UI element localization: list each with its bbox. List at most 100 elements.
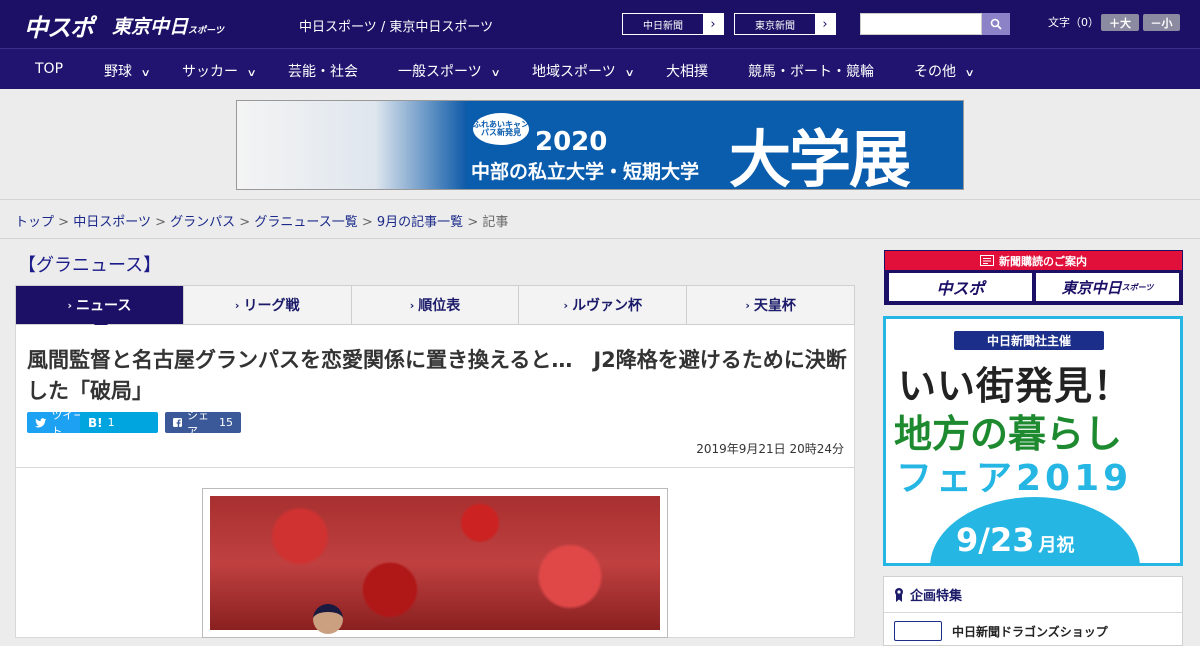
top-bar: 中スポ 東京中日スポーツ 中日スポーツ / 東京中日スポーツ 中日新聞 › 東京… <box>0 0 1200 48</box>
search-input[interactable] <box>860 13 982 35</box>
chevron-right-icon: › <box>815 14 835 34</box>
fair-line-1: いい街発見！ <box>898 364 1133 408</box>
chevron-right-icon: › <box>703 14 723 34</box>
chevron-right-icon: › <box>745 298 750 312</box>
article-title: 風間監督と名古屋グランパスを恋愛関係に置き換えると… J2降格を避けるために決断… <box>27 348 847 403</box>
nav-item-label: 野球 <box>104 64 132 80</box>
breadcrumb-link[interactable]: グランパス <box>170 215 235 230</box>
features-item-label: 中日新聞ドラゴンズショップ <box>952 624 1108 639</box>
font-smaller-button[interactable]: －小 <box>1143 14 1180 31</box>
hatena-count: 1 <box>107 416 115 429</box>
tab-label: 順位表 <box>418 298 461 314</box>
nav-item-sumo[interactable]: 大相撲 <box>666 61 708 81</box>
hatena-bookmark-button[interactable]: B! 1 <box>80 412 158 433</box>
dragons-shop-logo <box>894 621 942 641</box>
fair-line-3: フェア2019 <box>896 458 1133 499</box>
chunichi-shimbun-label: 中日新聞 <box>643 20 683 32</box>
banner-badge: ふれあいキャンパス新発見 <box>473 113 529 145</box>
university-fair-banner[interactable]: ふれあいキャンパス新発見 2020 中部の私立大学・短期大学 大学展 <box>236 100 964 190</box>
tab-levain-cup[interactable]: › ルヴァン杯 <box>518 286 686 324</box>
search-button[interactable] <box>982 13 1010 35</box>
tab-news[interactable]: › ニュース <box>16 286 183 332</box>
font-larger-button[interactable]: ＋大 <box>1101 14 1139 31</box>
tokyo-chunichi-logo[interactable]: 東京中日スポーツ <box>112 12 224 39</box>
breadcrumb-separator: > <box>58 215 70 230</box>
features-item[interactable]: 中日新聞ドラゴンズショップ <box>894 621 1108 641</box>
nav-item-top[interactable]: TOP <box>35 61 63 77</box>
chunichi-sports-logo[interactable]: 中スポ <box>24 8 94 43</box>
breadcrumb-current: 記事 <box>482 215 509 230</box>
subscription-header: 新聞購読のご案内 <box>885 251 1182 270</box>
chevron-down-icon: ∨ <box>964 68 975 79</box>
subscribe-chunichi-sports-button[interactable]: 中スポ <box>889 273 1032 301</box>
subscription-header-text: 新聞購読のご案内 <box>999 254 1087 268</box>
breadcrumb-link[interactable]: グラニュース一覧 <box>254 215 357 230</box>
fair-organizer: 中日新聞社主催 <box>954 331 1104 350</box>
features-title: 企画特集 <box>910 589 963 604</box>
facebook-share-label: シェア <box>187 408 209 438</box>
nav-item-label: その他 <box>914 64 956 80</box>
tab-standings[interactable]: › 順位表 <box>350 286 519 324</box>
tab-label: リーグ戦 <box>243 298 300 314</box>
regional-living-fair-ad[interactable]: 中日新聞社主催 いい街発見！ 地方の暮らし フェア2019 9/23 月祝 <box>883 316 1183 566</box>
article-photo[interactable] <box>202 488 668 638</box>
fair-date-day: 月祝 <box>1038 535 1075 556</box>
stadium-crowd-image <box>210 496 660 634</box>
facebook-icon <box>173 418 182 427</box>
nav-item-label: 一般スポーツ <box>398 64 482 80</box>
subscription-box: 新聞購読のご案内 中スポ 東京中日 スポーツ <box>884 250 1183 305</box>
site-name-link[interactable]: 中日スポーツ / 東京中日スポーツ <box>299 16 493 35</box>
chevron-down-icon: ∨ <box>140 68 151 79</box>
nav-item-others[interactable]: その他 ∨ <box>914 61 975 81</box>
chevron-right-icon: › <box>234 298 240 312</box>
facebook-share-button[interactable]: シェア 15 <box>165 409 241 438</box>
nav-item-baseball[interactable]: 野球 ∨ <box>104 61 151 81</box>
category-tabs: › ニュース › リーグ戦 › 順位表 › ルヴァン杯 › 天皇杯 <box>15 285 855 332</box>
tokyo-shimbun-link[interactable]: 東京新聞 › <box>734 13 836 35</box>
tab-emperors-cup[interactable]: › 天皇杯 <box>686 286 854 324</box>
breadcrumb-separator: > <box>361 215 373 230</box>
tab-label: 天皇杯 <box>753 298 796 314</box>
banner-students-image <box>237 101 467 189</box>
features-header: 企画特集 <box>884 577 1182 613</box>
breadcrumb-separator: > <box>467 215 479 230</box>
nav-item-label: サッカー <box>182 64 238 80</box>
breadcrumb-link[interactable]: トップ <box>15 215 54 230</box>
twitter-icon <box>35 417 47 427</box>
nav-item-local-sports[interactable]: 地域スポーツ ∨ <box>532 61 635 81</box>
ribbon-icon <box>895 587 903 602</box>
chevron-down-icon: ∨ <box>246 68 257 79</box>
facebook-count: 15 <box>219 416 233 429</box>
chunichi-shimbun-link[interactable]: 中日新聞 › <box>622 13 724 35</box>
tab-label: ニュース <box>76 298 132 314</box>
nav-item-label: 競馬・ボート・競輪 <box>748 64 874 80</box>
tab-label: ルヴァン杯 <box>572 298 643 314</box>
tab-league[interactable]: › リーグ戦 <box>182 286 351 324</box>
tokyo-chunichi-logo-small: スポーツ <box>188 26 224 36</box>
banner-year: 2020 <box>535 127 608 157</box>
breadcrumb-link[interactable]: 中日スポーツ <box>73 215 151 230</box>
section-title: 【グラニュース】 <box>18 255 162 276</box>
nav-item-label: 芸能・社会 <box>288 64 358 80</box>
main-nav: TOP 野球 ∨ サッカー ∨ 芸能・社会 一般スポーツ ∨ 地域スポーツ ∨ 大相撲 … <box>0 48 1200 89</box>
breadcrumb-link[interactable]: 9月の記事一覧 <box>377 215 463 230</box>
subscribe-tokyo-chunichi-button[interactable]: 東京中日 スポーツ <box>1036 273 1179 301</box>
newspaper-icon <box>980 255 994 266</box>
nav-item-label: 大相撲 <box>666 64 708 80</box>
breadcrumb-separator: > <box>155 215 166 230</box>
article-header: 風間監督と名古屋グランパスを恋愛関係に置き換えると… J2降格を避けるために決断… <box>15 325 855 468</box>
nav-item-soccer[interactable]: サッカー ∨ <box>182 61 257 81</box>
hatena-bookmark-icon: B! <box>88 415 103 430</box>
subscribe-tokyo-chunichi-label: 東京中日 <box>1061 278 1122 297</box>
article-date: 2019年9月21日 20時24分 <box>696 442 844 456</box>
nav-item-entertainment[interactable]: 芸能・社会 <box>288 61 358 81</box>
chevron-right-icon: › <box>67 298 73 312</box>
nav-item-general-sports[interactable]: 一般スポーツ ∨ <box>398 61 501 81</box>
nav-item-racing[interactable]: 競馬・ボート・競輪 <box>748 61 874 81</box>
banner-headline: 大学展 <box>729 123 911 190</box>
fair-date: 9/23 月祝 <box>956 521 1074 559</box>
chevron-right-icon: › <box>409 298 415 312</box>
chevron-down-icon: ∨ <box>624 68 635 79</box>
font-size-label: 文字（0） <box>1048 16 1099 29</box>
chevron-right-icon: › <box>563 298 569 312</box>
